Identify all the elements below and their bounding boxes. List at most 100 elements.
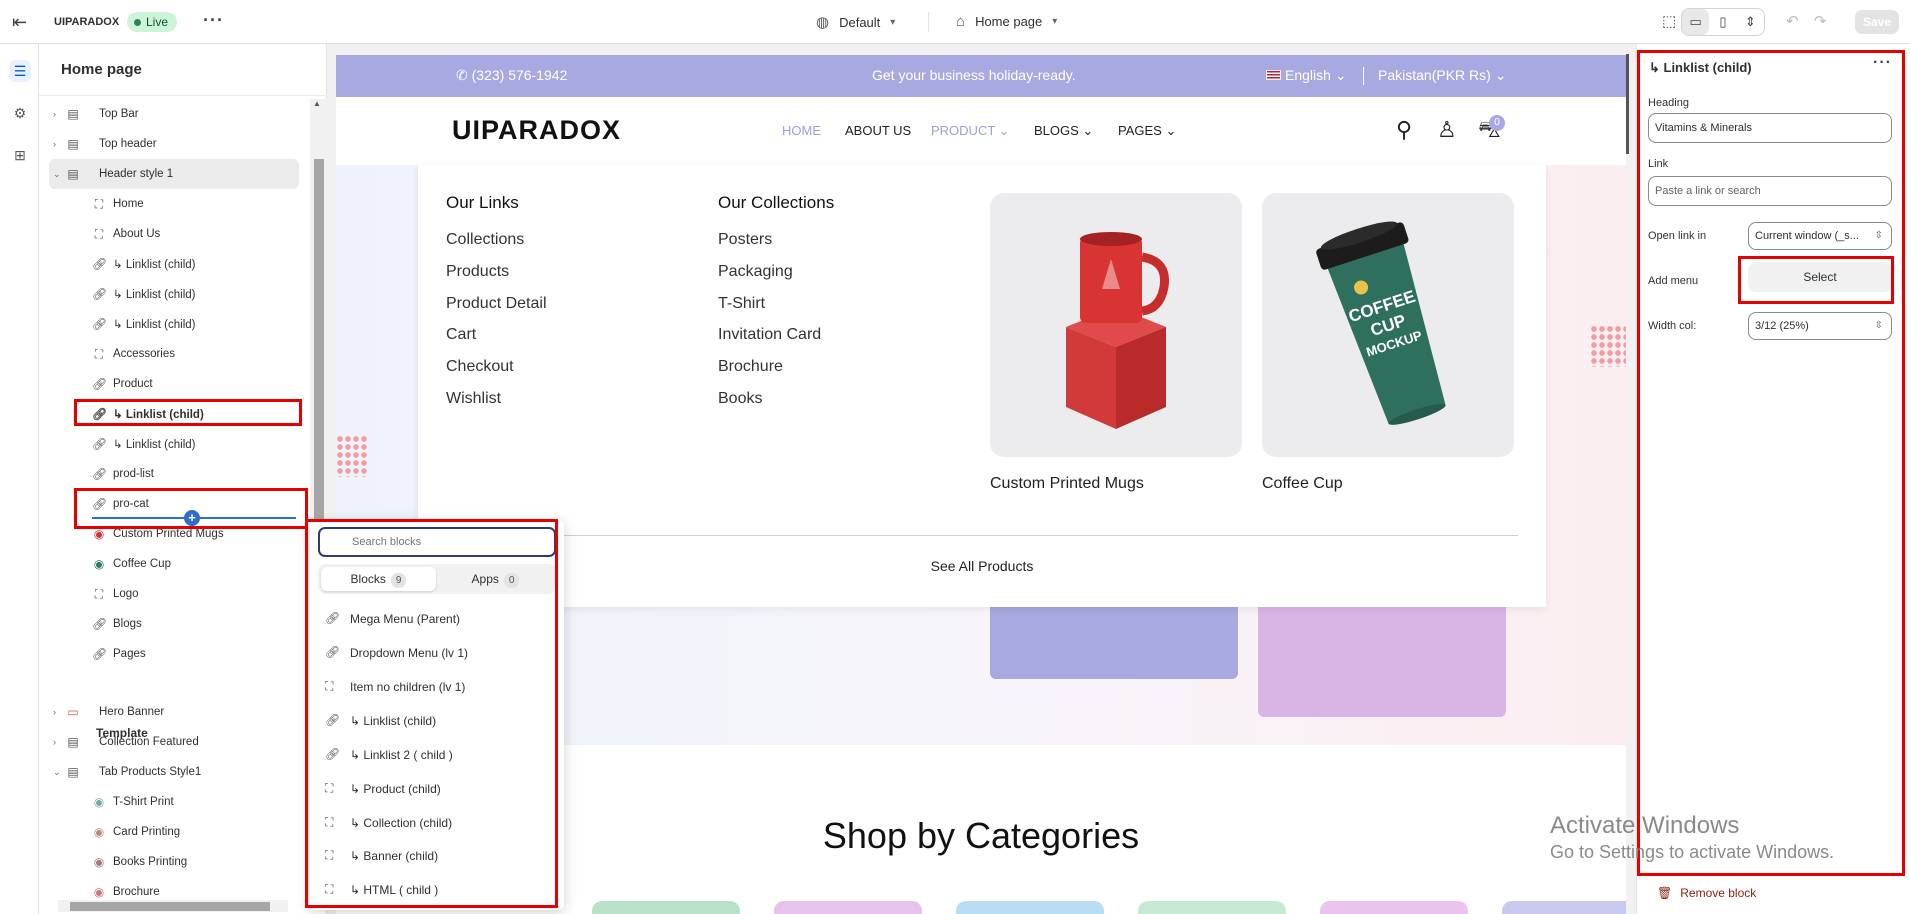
block-item[interactable]: ◉ Coffee Cup: [39, 549, 299, 579]
add-block-plus-icon[interactable]: +: [184, 510, 200, 526]
inspector-icon[interactable]: ⬚: [1662, 12, 1676, 30]
mega-link[interactable]: Checkout: [446, 358, 514, 376]
block-option[interactable]: 🔗︎ ↳ Linklist (child): [310, 706, 564, 736]
product-image-coffee-cup[interactable]: COFFEE CUP MOCKUP: [1262, 193, 1514, 457]
see-all-products-link[interactable]: See All Products: [418, 558, 1546, 574]
more-actions-icon[interactable]: ···: [203, 10, 224, 31]
block-option[interactable]: ⛶ ↳ HTML ( child ): [310, 875, 564, 905]
link-input[interactable]: [1648, 176, 1892, 206]
heading-input[interactable]: [1648, 113, 1892, 143]
remove-block-button[interactable]: 🗑︎ Remove block: [1657, 886, 1756, 900]
chevron-right-icon[interactable]: ›: [53, 139, 56, 149]
tab-apps[interactable]: Apps 0: [438, 567, 553, 591]
block-option[interactable]: ⛶ ↳ Product (child): [310, 774, 564, 804]
category-card[interactable]: [774, 901, 922, 914]
chevron-down-icon[interactable]: ⌄: [53, 169, 61, 180]
block-item[interactable]: 🔗︎ Pages: [39, 639, 299, 669]
panel-horizontal-scrollbar[interactable]: [58, 900, 288, 912]
category-card[interactable]: [1138, 901, 1286, 914]
mega-link[interactable]: Books: [718, 390, 762, 408]
category-card[interactable]: [1502, 901, 1626, 914]
mega-link[interactable]: Products: [446, 263, 509, 281]
undo-icon[interactable]: ↶: [1786, 12, 1799, 30]
desktop-icon[interactable]: ▭: [1682, 9, 1710, 35]
exit-icon[interactable]: ⇤: [12, 12, 27, 33]
section-top-header[interactable]: › ▤ Top header: [39, 129, 299, 159]
mega-link[interactable]: T-Shirt: [718, 295, 765, 313]
block-option[interactable]: ⛶ ↳ Collection (child): [310, 808, 564, 838]
block-item-selected[interactable]: 🔗︎ ↳ Linklist (child): [39, 399, 299, 429]
search-icon[interactable]: ⚲: [1396, 117, 1412, 143]
product-image-mug[interactable]: [990, 193, 1242, 457]
section-top-bar[interactable]: › ▤ Top Bar: [39, 99, 299, 129]
block-item[interactable]: ◉ Card Printing: [39, 817, 299, 847]
block-item[interactable]: ◉ T-Shirt Print: [39, 787, 299, 817]
chevron-right-icon[interactable]: ›: [53, 737, 56, 747]
product-caption[interactable]: Coffee Cup: [1262, 475, 1343, 493]
block-item[interactable]: 🔗︎ prod-list: [39, 459, 299, 489]
mega-link[interactable]: Cart: [446, 326, 476, 344]
mega-link[interactable]: Posters: [718, 231, 772, 249]
nav-product[interactable]: PRODUCT ⌄: [931, 123, 1010, 139]
apps-icon[interactable]: ⊞: [9, 144, 31, 166]
phone-number[interactable]: ✆ (323) 576-1942: [456, 67, 567, 84]
canvas-scrollbar[interactable]: [1626, 44, 1636, 914]
block-option[interactable]: 🔗︎ Mega Menu (Parent): [310, 604, 564, 634]
chevron-right-icon[interactable]: ›: [53, 707, 56, 717]
mega-link[interactable]: Product Detail: [446, 295, 547, 313]
product-caption[interactable]: Custom Printed Mugs: [990, 475, 1144, 493]
redo-icon[interactable]: ↷: [1814, 12, 1827, 30]
block-item[interactable]: ◉ Custom Printed Mugs: [39, 519, 299, 549]
nav-pages[interactable]: PAGES ⌄: [1118, 123, 1176, 139]
mega-link[interactable]: Collections: [446, 231, 524, 249]
chevron-down-icon[interactable]: ⌄: [53, 767, 61, 778]
chevron-right-icon[interactable]: ›: [53, 109, 56, 119]
block-item[interactable]: ⛶ Logo: [39, 579, 299, 609]
currency-selector[interactable]: Pakistan(PKR Rs) ⌄: [1378, 67, 1506, 84]
nav-home[interactable]: HOME: [782, 123, 821, 138]
block-option[interactable]: 🔗︎ ↳ Linklist 2 ( child ): [310, 740, 564, 770]
section-tab-products-style1[interactable]: ⌄ ▤ Tab Products Style1: [39, 757, 299, 787]
mega-link[interactable]: Packaging: [718, 263, 793, 281]
block-item[interactable]: ◉ Books Printing: [39, 847, 299, 877]
search-blocks-input[interactable]: [318, 527, 556, 557]
theme-selector[interactable]: ◍ Default ▾: [816, 13, 895, 31]
block-item[interactable]: ⛶ Accessories: [39, 339, 299, 369]
block-item[interactable]: 🔗︎ ↳ Linklist (child): [39, 309, 299, 339]
block-item[interactable]: 🔗︎ Product: [39, 369, 299, 399]
mega-link[interactable]: Wishlist: [446, 390, 501, 408]
settings-gear-icon[interactable]: ⚙: [9, 102, 31, 124]
block-item[interactable]: 🔗︎ ↳ Linklist (child): [39, 429, 299, 459]
category-card[interactable]: [1320, 901, 1468, 914]
open-link-select[interactable]: Current window (_s... ⇳: [1748, 222, 1892, 250]
block-item[interactable]: 🔗︎ ↳ Linklist (child): [39, 279, 299, 309]
section-header-style-1[interactable]: ⌄ ▤ Header style 1: [49, 159, 299, 189]
tab-blocks[interactable]: Blocks 9: [321, 567, 436, 591]
language-selector[interactable]: English ⌄: [1266, 67, 1347, 84]
block-item[interactable]: 🔗︎ pro-cat: [39, 489, 299, 519]
block-option[interactable]: 🔗︎ Dropdown Menu (lv 1): [310, 638, 564, 668]
section-hero-banner[interactable]: › ▭ Hero Banner: [39, 697, 299, 727]
add-menu-select-button[interactable]: Select: [1748, 262, 1892, 292]
store-logo[interactable]: UIPARADOX: [452, 115, 621, 146]
block-option[interactable]: ⛶ Item no children (lv 1): [310, 672, 564, 702]
nav-blogs[interactable]: BLOGS ⌄: [1034, 123, 1093, 139]
width-col-select[interactable]: 3/12 (25%) ⇳: [1748, 312, 1892, 340]
section-collection-featured[interactable]: › ▤ Collection Featured: [39, 727, 299, 757]
page-selector[interactable]: ⌂ Home page ▾: [956, 13, 1057, 30]
block-item[interactable]: 🔗︎ ↳ Linklist (child): [39, 249, 299, 279]
category-card[interactable]: [592, 901, 740, 914]
block-item[interactable]: ⛶ About Us: [39, 219, 299, 249]
block-item[interactable]: 🔗︎ Blogs: [39, 609, 299, 639]
block-option[interactable]: ⛶ ↳ Banner (child): [310, 841, 564, 871]
fullscreen-icon[interactable]: ⇕: [1737, 9, 1764, 35]
more-actions-icon[interactable]: ···: [1873, 54, 1892, 72]
scrollbar-thumb[interactable]: [1626, 54, 1629, 154]
mega-link[interactable]: Brochure: [718, 358, 783, 376]
block-item[interactable]: ⛶ Home: [39, 189, 299, 219]
save-button[interactable]: Save: [1855, 10, 1899, 34]
category-card[interactable]: [956, 901, 1104, 914]
mobile-icon[interactable]: ▯: [1709, 9, 1736, 35]
mega-link[interactable]: Invitation Card: [718, 326, 821, 344]
account-icon[interactable]: ♙: [1437, 117, 1457, 143]
